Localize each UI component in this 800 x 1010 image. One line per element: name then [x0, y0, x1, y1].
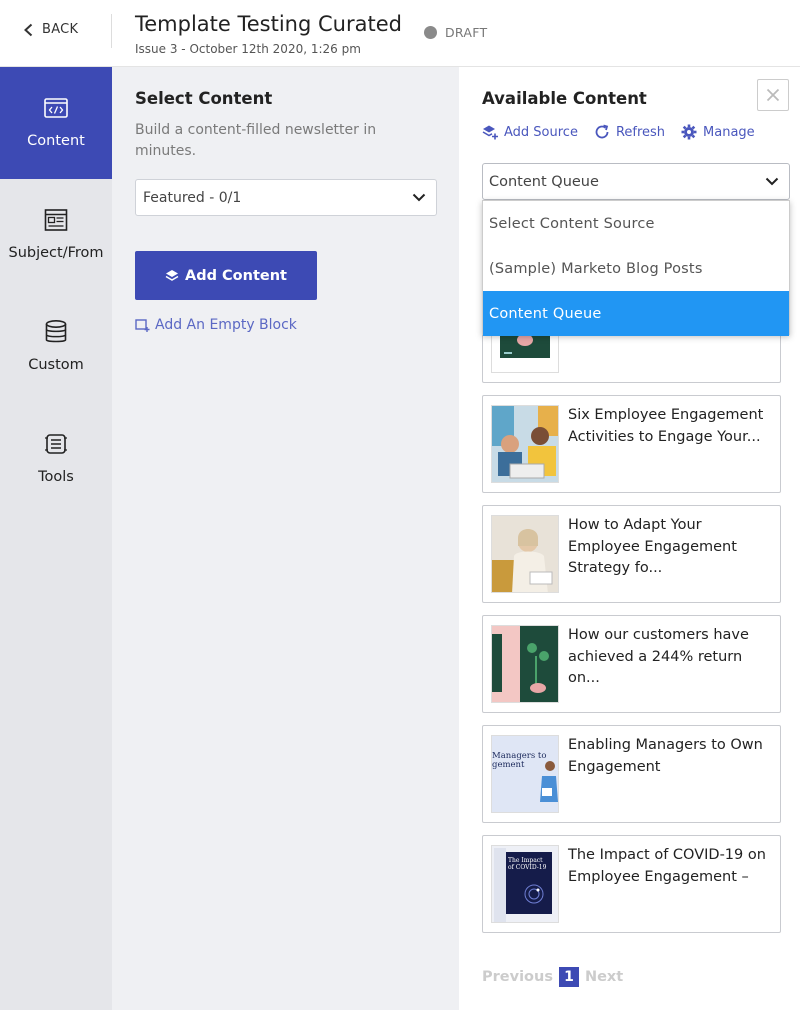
- select-content-heading: Select Content: [135, 89, 273, 108]
- card-thumbnail: The Impact of COVID-19: [491, 845, 559, 923]
- manage-button[interactable]: Manage: [681, 124, 755, 140]
- content-card[interactable]: How our customers have achieved a 244% r…: [482, 615, 781, 713]
- add-content-button[interactable]: Add Content: [135, 251, 317, 300]
- sidebar-item-tools[interactable]: Tools: [0, 403, 112, 515]
- svg-text:of COVID-19: of COVID-19: [508, 864, 547, 871]
- database-icon: [45, 319, 67, 343]
- sidebar-item-subject-from[interactable]: Subject/From: [0, 179, 112, 291]
- content-card[interactable]: Managers to gement Enabling Managers to …: [482, 725, 781, 823]
- content-source-select[interactable]: Content Queue: [482, 163, 790, 200]
- sidebar-item-label: Content: [27, 133, 85, 149]
- newsletter-icon: [44, 209, 68, 231]
- back-label: BACK: [42, 22, 79, 37]
- card-title: How our customers have achieved a 244% r…: [568, 627, 749, 686]
- chevron-down-icon: [765, 177, 779, 186]
- layers-plus-icon: [165, 269, 179, 281]
- dropdown-option-content-queue[interactable]: Content Queue: [483, 291, 789, 336]
- available-content-heading: Available Content: [482, 89, 647, 108]
- card-thumbnail: [491, 515, 559, 593]
- add-empty-block-link[interactable]: Add An Empty Block: [135, 317, 297, 333]
- content-source-dropdown: Select Content Source (Sample) Marketo B…: [482, 200, 790, 336]
- sidebar-item-label: Custom: [28, 357, 84, 373]
- content-card[interactable]: The Impact of COVID-19 The Impact of COV…: [482, 835, 781, 933]
- card-title: The Impact of COVID-19 on Employee Engag…: [568, 847, 766, 885]
- back-button[interactable]: BACK: [22, 22, 78, 37]
- svg-text:gement: gement: [492, 760, 525, 770]
- select-content-description: Build a content-filled newsletter in min…: [135, 122, 377, 159]
- content-source-value: Content Queue: [489, 173, 599, 190]
- refresh-icon: [595, 124, 609, 139]
- sidebar-item-label: Subject/From: [8, 245, 104, 261]
- dropdown-option-select-source[interactable]: Select Content Source: [483, 201, 789, 246]
- svg-text:The Impact: The Impact: [508, 857, 543, 864]
- status-label: DRAFT: [445, 25, 488, 40]
- manage-label: Manage: [703, 124, 755, 140]
- refresh-label: Refresh: [615, 124, 666, 140]
- add-empty-block-label: Add An Empty Block: [155, 317, 297, 333]
- sidebar-item-custom[interactable]: Custom: [0, 291, 112, 403]
- add-source-label: Add Source: [504, 124, 578, 140]
- code-window-icon: [44, 98, 68, 118]
- sidebar: Content Subject/From Custom Tools: [0, 67, 112, 1010]
- content-card[interactable]: How to Adapt Your Employee Engagement St…: [482, 505, 781, 603]
- featured-select-value: Featured - 0/1: [143, 189, 242, 206]
- gear-icon: [681, 124, 697, 140]
- header-divider: [111, 14, 112, 48]
- status-dot-icon: [424, 26, 437, 39]
- add-content-label: Add Content: [185, 267, 287, 284]
- card-thumbnail: [491, 405, 559, 483]
- add-source-button[interactable]: Add Source: [482, 124, 578, 140]
- featured-select[interactable]: Featured - 0/1: [135, 179, 437, 216]
- previous-page-button[interactable]: Previous: [482, 969, 553, 985]
- close-button[interactable]: [757, 79, 789, 111]
- card-title: How to Adapt Your Employee Engagement St…: [568, 517, 737, 576]
- tools-icon: [45, 434, 67, 454]
- source-toolbar: Add Source Refresh Manage: [482, 124, 755, 140]
- page-subtitle: Issue 3 - October 12th 2020, 1:26 pm: [135, 42, 361, 56]
- content-card[interactable]: Six Employee Engagement Activities to En…: [482, 395, 781, 493]
- card-thumbnail: Managers to gement: [491, 735, 559, 813]
- header: BACK Template Testing Curated Issue 3 - …: [0, 0, 800, 67]
- add-block-icon: [135, 319, 150, 332]
- page-title: Template Testing Curated: [135, 12, 402, 36]
- status-badge: DRAFT: [424, 25, 487, 40]
- sidebar-item-content[interactable]: Content: [0, 67, 112, 179]
- page-number-button[interactable]: 1: [558, 967, 579, 987]
- close-icon: [766, 88, 780, 102]
- card-title: Enabling Managers to Own Engagement: [568, 737, 763, 775]
- pagination: Previous 1 Next: [482, 967, 623, 987]
- layers-plus-icon: [482, 125, 498, 140]
- chevron-down-icon: [412, 193, 426, 202]
- card-title: Six Employee Engagement Activities to En…: [568, 407, 764, 445]
- chevron-left-icon: [24, 23, 33, 36]
- dropdown-option-marketo-blog[interactable]: (Sample) Marketo Blog Posts: [483, 246, 789, 291]
- select-content-panel: Select Content Build a content-filled ne…: [112, 67, 459, 1010]
- card-thumbnail: [491, 625, 559, 703]
- refresh-button[interactable]: Refresh: [594, 124, 665, 140]
- next-page-button[interactable]: Next: [585, 969, 623, 985]
- sidebar-item-label: Tools: [38, 469, 74, 485]
